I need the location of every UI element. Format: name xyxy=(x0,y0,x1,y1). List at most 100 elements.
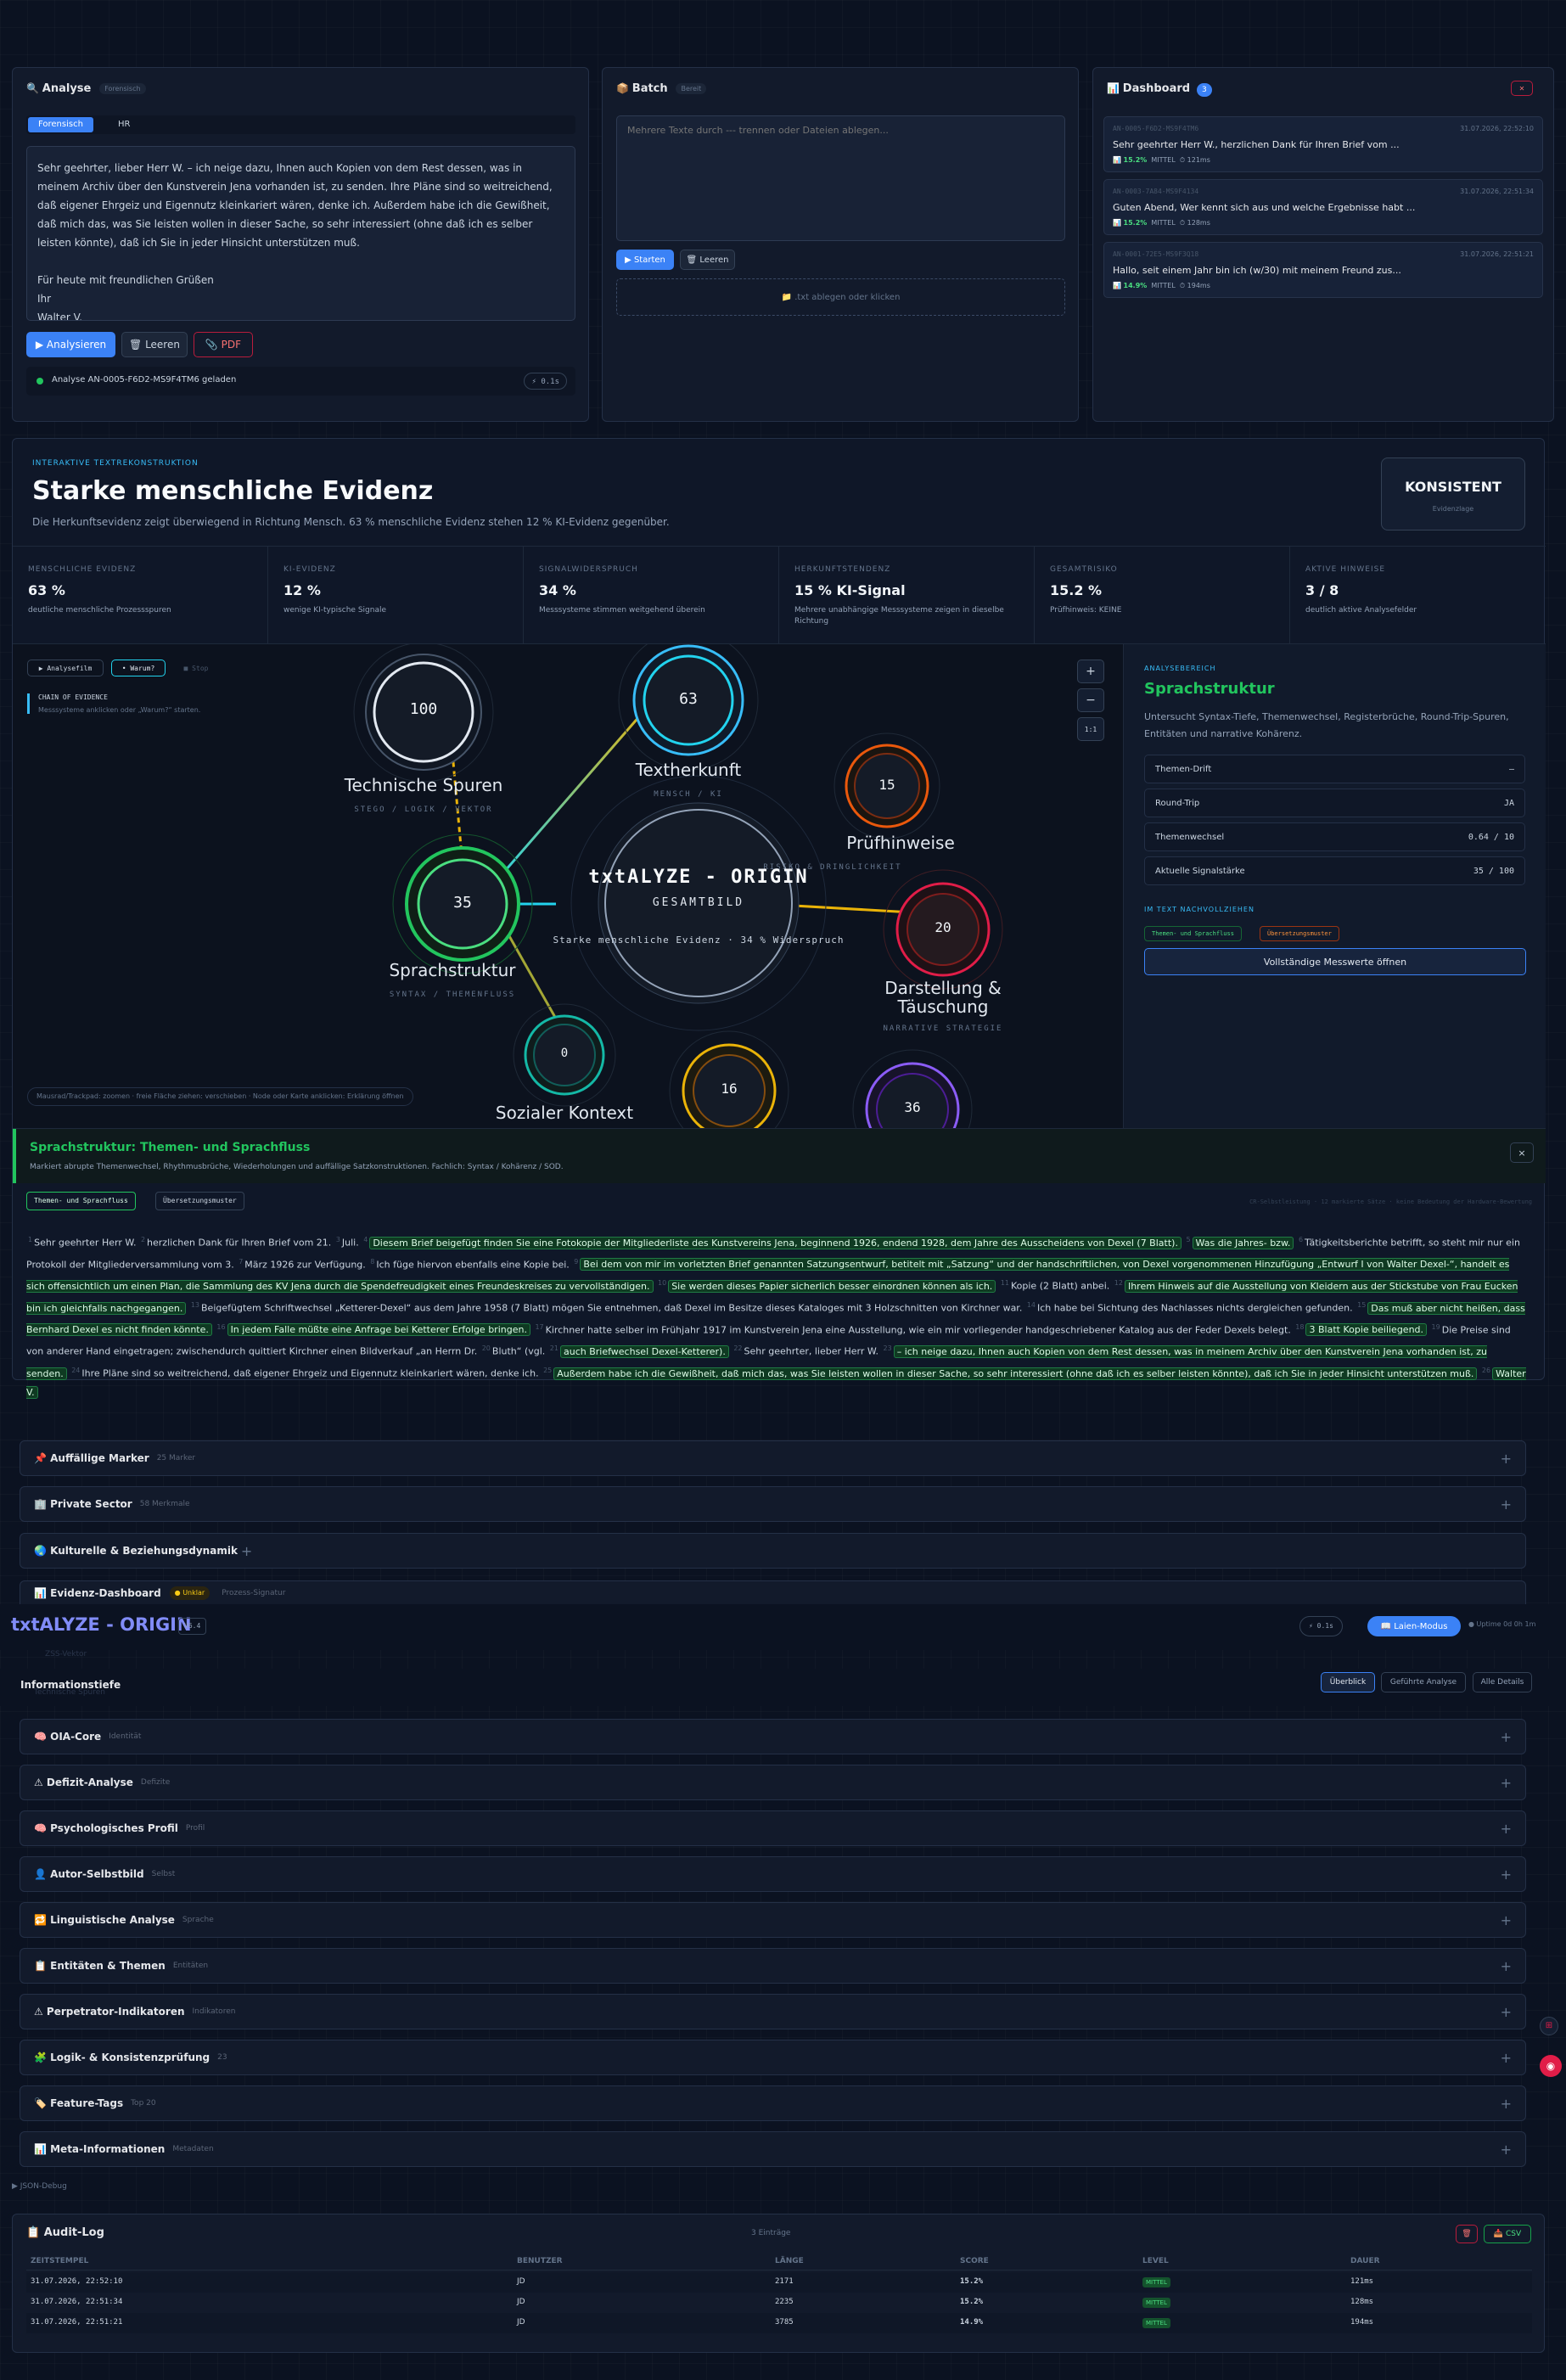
info-depth-overview[interactable]: Überblick xyxy=(1321,1672,1375,1692)
metric-card[interactable]: GESAMTRISIKO 15.2 % Prüfhinweis: KEINE xyxy=(1035,547,1290,645)
section-perpetrator[interactable]: ⚠ Perpetrator-Indikatoren Indikatoren + xyxy=(20,1994,1526,2029)
assistant-icon[interactable]: ◉ xyxy=(1540,2055,1562,2077)
tab-hr[interactable]: HR xyxy=(111,117,137,132)
detail-tag[interactable]: Übersetzungsmuster xyxy=(155,1192,244,1210)
node-36[interactable] xyxy=(852,1049,973,1128)
section-title: 📌 Auffällige Marker xyxy=(34,1452,149,1464)
json-debug-toggle[interactable]: ▶ JSON-Debug xyxy=(12,2182,67,2191)
metric-val: — xyxy=(1508,764,1514,774)
metric-card[interactable]: KI-EVIDENZ 12 % wenige KI-typische Signale xyxy=(268,547,524,645)
feed-item[interactable]: AN-0001-72E5-MS9F3Q18 31.07.2026, 22:51:… xyxy=(1103,242,1543,298)
metric-label: HERKUNFTSTENDENZ xyxy=(794,565,891,574)
batch-badge: Bereit xyxy=(676,83,707,94)
metric-card[interactable]: MENSCHLICHE EVIDENZ 63 % deutliche menschl… xyxy=(13,547,268,645)
section-entitaeten[interactable]: 📋 Entitäten & Themen Entitäten + xyxy=(20,1948,1526,1984)
node-value: 35 xyxy=(453,894,472,912)
batch-panel: 📦 Batch Bereit ▶ Starten 🗑 Leeren 📁 .txt… xyxy=(602,67,1079,422)
metric-val: 0.64 / 10 xyxy=(1468,832,1514,842)
center-foot: Starke menschliche Evidenz · 34 % Widers… xyxy=(553,935,845,946)
section-defizit[interactable]: ⚠ Defizit-Analyse Defizite + xyxy=(20,1765,1526,1800)
feed-item[interactable]: AN-0003-7A84-MS9F4134 31.07.2026, 22:51:… xyxy=(1103,179,1543,235)
table-row: 31.07.2026, 22:51:21 JD 3785 14.9% MITTE… xyxy=(26,2313,1532,2333)
plus-icon: + xyxy=(1500,1820,1512,1837)
audit-delete-button[interactable]: 🗑 xyxy=(1456,2225,1478,2243)
batch-start-button[interactable]: ▶ Starten xyxy=(616,250,674,270)
metric-label: MENSCHLICHE EVIDENZ xyxy=(28,565,137,574)
pdf-button[interactable]: 📎 PDF xyxy=(194,332,253,357)
node-value: 16 xyxy=(721,1081,738,1097)
brand-title[interactable]: txtALYZE - ORIGIN xyxy=(11,1614,192,1635)
metric-card[interactable]: AKTIVE HINWEISE 3 / 8 deutlich aktive Anal… xyxy=(1290,547,1546,645)
trace-tag[interactable]: Übersetzungsmuster xyxy=(1260,926,1339,941)
zoom-in-button[interactable]: + xyxy=(1077,660,1104,683)
audit-csv-button[interactable]: 📥 CSV xyxy=(1484,2225,1531,2243)
metric-value: 15.2 % xyxy=(1050,582,1103,598)
speed-badge: ⚡ 0.1s xyxy=(524,373,567,390)
node-16[interactable] xyxy=(669,1030,789,1128)
section-linguistik[interactable]: 🔁 Linguistische Analyse Sprache + xyxy=(20,1902,1526,1938)
clear-button[interactable]: 🗑 Leeren xyxy=(121,332,188,357)
feed-item[interactable]: AN-0005-F6D2-MS9F4TM6 31.07.2026, 22:52:… xyxy=(1103,116,1543,172)
section-title: 👤 Autor-Selbstbild xyxy=(34,1868,144,1880)
section-private-sector[interactable]: 🏢 Private Sector 58 Merkmale + xyxy=(20,1486,1526,1522)
section-kulturelle-dynamik[interactable]: 🌏 Kulturelle & Beziehungsdynamik + xyxy=(20,1533,1526,1569)
section-oia-core[interactable]: 🧠 OIA-Core Identität + xyxy=(20,1719,1526,1754)
stop-button[interactable]: ■ Stop xyxy=(174,660,218,676)
section-meta[interactable]: 📊 Meta-Informationen Metadaten + xyxy=(20,2131,1526,2167)
trace-tag[interactable]: Themen- und Sprachfluss xyxy=(1144,926,1242,941)
section-title: 🔁 Linguistische Analyse xyxy=(34,1914,175,1926)
warum-button[interactable]: • Warum? xyxy=(111,660,166,676)
analyse-header: 🔍 Analyse Forensisch xyxy=(26,82,146,95)
detail-title: Sprachstruktur: Themen- und Sprachfluss xyxy=(30,1141,311,1154)
section-title: 📊 Evidenz-Dashboard xyxy=(34,1586,161,1599)
qr-icon[interactable]: ⊞ xyxy=(1540,2017,1558,2035)
plus-icon: + xyxy=(1500,1911,1512,1928)
batch-clear-button[interactable]: 🗑 Leeren xyxy=(680,250,735,270)
metric-value: 63 % xyxy=(28,582,65,598)
zoom-reset-button[interactable]: 1:1 xyxy=(1077,717,1104,741)
metric-card[interactable]: HERKUNFTSTENDENZ 15 % KI-Signal Mehrere un… xyxy=(779,547,1035,645)
col-header: LEVEL xyxy=(1142,2257,1169,2265)
col-header: DAUER xyxy=(1350,2257,1380,2265)
info-depth-all[interactable]: Alle Details xyxy=(1473,1672,1532,1692)
cell: 14.9% xyxy=(960,2318,984,2327)
section-evidenz-dashboard[interactable]: 📊 Evidenz-Dashboard ● Unklar Prozess-Sig… xyxy=(20,1580,1526,1604)
section-title: 🧩 Logik- & Konsistenzprüfung xyxy=(34,2052,210,2063)
section-sub: Profil xyxy=(185,1824,205,1833)
analyse-panel: 🔍 Analyse Forensisch Forensisch HR Sehr … xyxy=(12,67,589,422)
analysefilm-button[interactable]: ▶ Analysefilm xyxy=(27,660,104,676)
dashboard-count: 3 xyxy=(1196,83,1212,97)
open-measurements-button[interactable]: Vollständige Messwerte öffnen xyxy=(1144,948,1526,975)
feed-meta: 📊 15.2% MITTEL ⏱ 121ms xyxy=(1113,156,1210,164)
cell: 31.07.2026, 22:52:10 xyxy=(31,2277,123,2286)
evidence-graph[interactable]: 100 Technische Spuren STEGO / LOGIK / VE… xyxy=(13,644,1123,1128)
center-title: txtALYZE - ORIGIN xyxy=(588,867,809,888)
section-autor-selbstbild[interactable]: 👤 Autor-Selbstbild Selbst + xyxy=(20,1856,1526,1892)
plus-icon: + xyxy=(1500,1866,1512,1883)
section-title: ⚠ Perpetrator-Indikatoren xyxy=(34,2006,185,2018)
dashboard-close-button[interactable]: ✕ xyxy=(1511,81,1533,96)
analyse-text-input[interactable]: Sehr geehrter, lieber Herr W. – ich neig… xyxy=(26,146,575,321)
status-bar: Analyse AN-0005-F6D2-MS9F4TM6 geladen ⚡ … xyxy=(26,367,575,396)
highlighted-text: 1 Sehr geehrter Herr W. 2 herzlichen Dank … xyxy=(26,1236,1526,1399)
feed-date: 31.07.2026, 22:51:34 xyxy=(1460,188,1534,195)
mode-tabs: Forensisch HR xyxy=(26,115,575,134)
tab-forensisch[interactable]: Forensisch xyxy=(28,117,93,132)
metric-card[interactable]: SIGNALWIDERSPRUCH 34 % Messsysteme stimmen… xyxy=(524,547,779,645)
detail-close-button[interactable]: × xyxy=(1510,1142,1534,1163)
section-auffaellige-marker[interactable]: 📌 Auffällige Marker 25 Marker + xyxy=(20,1440,1526,1476)
analyse-button[interactable]: ▶ Analysieren xyxy=(26,332,115,357)
feed-text: Guten Abend, Wer kennt sich aus und welc… xyxy=(1113,202,1416,213)
feed-date: 31.07.2026, 22:52:10 xyxy=(1460,125,1534,132)
node-value: 63 xyxy=(679,690,698,708)
section-logik[interactable]: 🧩 Logik- & Konsistenzprüfung 23 + xyxy=(20,2040,1526,2075)
section-psych-profil[interactable]: 🧠 Psychologisches Profil Profil + xyxy=(20,1810,1526,1846)
laien-mode-toggle[interactable]: 📖 Laien-Modus xyxy=(1367,1616,1461,1636)
feed-meta: 📊 15.2% MITTEL ⏱ 128ms xyxy=(1113,219,1210,227)
zoom-out-button[interactable]: − xyxy=(1077,688,1104,712)
info-depth-guided[interactable]: Geführte Analyse xyxy=(1381,1672,1466,1692)
detail-tag[interactable]: Themen- und Sprachfluss xyxy=(26,1192,136,1210)
batch-input[interactable] xyxy=(616,115,1065,241)
batch-drop-zone[interactable]: 📁 .txt ablegen oder klicken xyxy=(616,278,1065,316)
section-feature-tags[interactable]: 🏷️ Feature-Tags Top 20 + xyxy=(20,2085,1526,2121)
